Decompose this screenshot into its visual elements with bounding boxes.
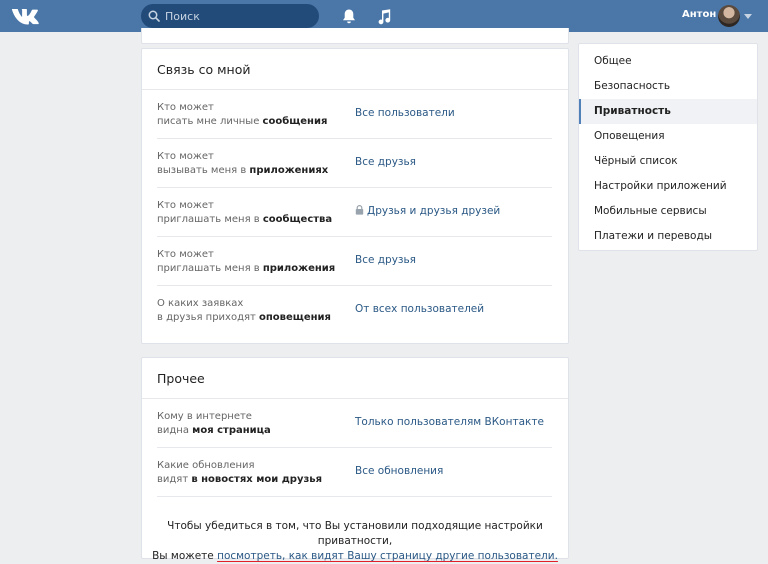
search-icon: [148, 10, 160, 22]
setting-label: О каких заявках в друзья приходят оповещ…: [157, 298, 331, 323]
setting-value-dropdown[interactable]: От всех пользователей: [355, 303, 484, 315]
other-settings-card: Прочее Кому в интернете видна моя страни…: [141, 357, 569, 562]
user-name[interactable]: Антон: [682, 9, 716, 20]
privacy-hint: Чтобы убедиться в том, что Вы установили…: [152, 520, 558, 562]
vk-logo-icon[interactable]: [10, 6, 40, 26]
setting-value-dropdown[interactable]: Все друзья: [355, 254, 416, 266]
settings-row: Кто может вызывать меня в приложениях Вс…: [157, 139, 552, 188]
settings-menu: Общее Безопасность Приватность Оповещени…: [578, 43, 758, 251]
section-title: Связь со мной: [142, 49, 568, 90]
avatar[interactable]: [718, 5, 740, 27]
setting-value-dropdown[interactable]: Только пользователям ВКонтакте: [355, 416, 544, 428]
menu-item-security[interactable]: Безопасность: [579, 74, 757, 99]
setting-label: Кто может приглашать меня в приложения: [157, 249, 336, 274]
setting-label: Кому в интернете видна моя страница: [157, 411, 271, 436]
lock-icon: [355, 205, 364, 215]
search-box[interactable]: [141, 4, 319, 28]
section-title: Прочее: [142, 358, 568, 399]
setting-label: Кто может писать мне личные сообщения: [157, 102, 328, 127]
menu-item-privacy[interactable]: Приватность: [579, 99, 757, 124]
chevron-down-icon[interactable]: [744, 14, 752, 19]
settings-row: О каких заявках в друзья приходят оповещ…: [157, 286, 552, 335]
setting-value-dropdown[interactable]: Все пользователи: [355, 107, 455, 119]
setting-value-dropdown[interactable]: Друзья и друзья друзей: [355, 205, 500, 217]
menu-item-general[interactable]: Общее: [579, 49, 757, 74]
settings-row: Кому в интернете видна моя страница Толь…: [157, 399, 552, 448]
menu-item-mobile-services[interactable]: Мобильные сервисы: [579, 199, 757, 224]
settings-row: Какие обновления видят в новостях мои др…: [157, 448, 552, 497]
menu-item-notifications[interactable]: Оповещения: [579, 124, 757, 149]
setting-label: Кто может вызывать меня в приложениях: [157, 151, 329, 176]
bell-icon[interactable]: [341, 8, 357, 25]
view-as-others-link[interactable]: посмотреть, как видят Вашу страницу друг…: [217, 550, 558, 562]
settings-row: Кто может писать мне личные сообщения Вс…: [157, 90, 552, 139]
menu-item-payments[interactable]: Платежи и переводы: [579, 224, 757, 249]
music-icon[interactable]: [376, 8, 392, 25]
menu-item-blacklist[interactable]: Чёрный список: [579, 149, 757, 174]
setting-value-dropdown[interactable]: Все обновления: [355, 465, 443, 477]
setting-value-dropdown[interactable]: Все друзья: [355, 156, 416, 168]
setting-label: Кто может приглашать меня в сообщества: [157, 200, 333, 225]
settings-row: Кто может приглашать меня в сообщества Д…: [157, 188, 552, 237]
previous-settings-card: [141, 28, 569, 44]
menu-item-app-settings[interactable]: Настройки приложений: [579, 174, 757, 199]
setting-label: Какие обновления видят в новостях мои др…: [157, 460, 323, 485]
search-input[interactable]: [165, 8, 311, 24]
contact-settings-card: Связь со мной Кто может писать мне личны…: [141, 48, 569, 344]
settings-row: Кто может приглашать меня в приложения В…: [157, 237, 552, 286]
